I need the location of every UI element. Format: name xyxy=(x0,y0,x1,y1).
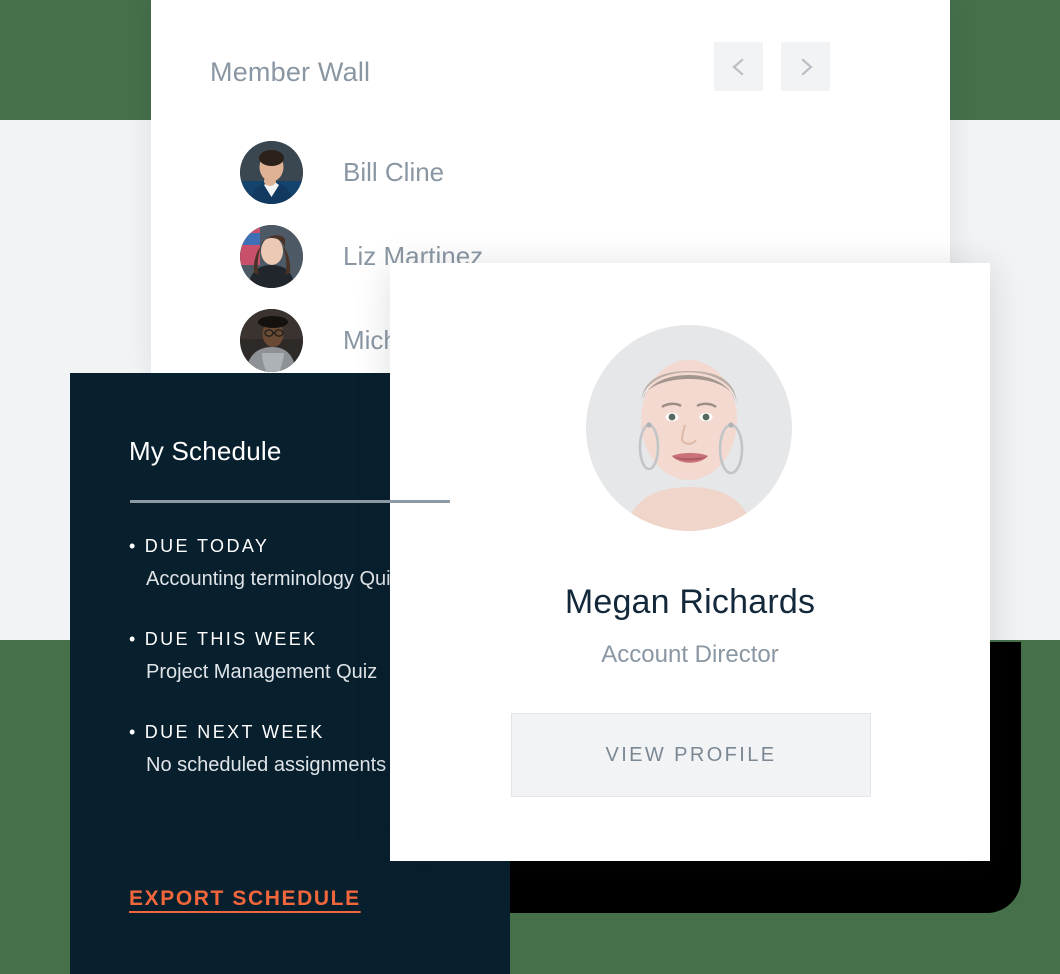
schedule-group-label-text: DUE THIS WEEK xyxy=(144,629,318,649)
schedule-divider xyxy=(130,500,450,503)
member-wall-next-button[interactable] xyxy=(781,42,830,91)
avatar xyxy=(240,224,303,288)
avatar xyxy=(240,308,303,372)
list-item[interactable]: Bill Cline xyxy=(240,130,880,214)
profile-role: Account Director xyxy=(601,641,779,668)
member-wall-prev-button[interactable] xyxy=(714,42,763,91)
profile-avatar xyxy=(586,325,792,531)
page-root: Member Wall Bill Cline Liz Martinez Mich… xyxy=(0,0,1060,974)
member-profile-card: Megan Richards Account Director VIEW PRO… xyxy=(390,263,990,861)
bullet-icon: • xyxy=(129,629,138,649)
schedule-group-label-text: DUE TODAY xyxy=(144,536,270,556)
view-profile-button[interactable]: VIEW PROFILE xyxy=(511,713,871,797)
bullet-icon: • xyxy=(129,722,138,742)
schedule-title: My Schedule xyxy=(129,436,282,466)
profile-name: Megan Richards xyxy=(564,583,816,621)
member-wall-title: Member Wall xyxy=(210,57,371,87)
chevron-left-icon xyxy=(728,56,750,78)
chevron-right-icon xyxy=(795,56,817,78)
member-name: Bill Cline xyxy=(343,156,445,187)
member-wall-pagination xyxy=(714,42,830,91)
export-schedule-link[interactable]: EXPORT SCHEDULE xyxy=(129,887,361,911)
member-wall-header: Member Wall xyxy=(210,42,910,112)
schedule-group-label-text: DUE NEXT WEEK xyxy=(144,722,325,742)
bullet-icon: • xyxy=(129,536,138,556)
avatar xyxy=(240,140,303,204)
